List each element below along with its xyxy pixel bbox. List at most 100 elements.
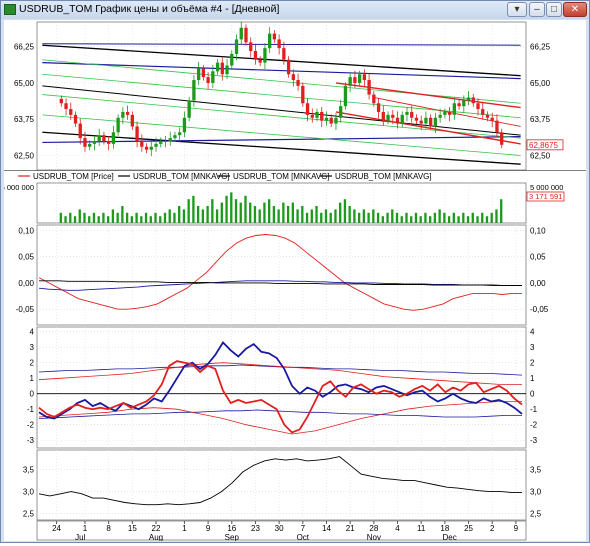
price-y-tick-right: 62,50 [530, 151, 551, 160]
candle-body [348, 77, 352, 86]
candle-body [353, 77, 357, 83]
volume-bar [277, 209, 280, 223]
volume-bar [490, 212, 493, 223]
candle-body [410, 111, 414, 118]
candle-body [163, 140, 168, 142]
candle-body [443, 111, 447, 115]
volume-bar [296, 209, 299, 223]
candle-body [429, 117, 433, 127]
month-label: Jul [75, 533, 85, 541]
candle-body [334, 117, 338, 124]
close-button[interactable]: ✕ [563, 2, 587, 17]
volume-bar [69, 212, 72, 223]
candle-body [272, 33, 277, 40]
osc-pane-frame [36, 224, 527, 326]
z-y-tick-left: 3 [30, 343, 35, 352]
volume-bar [154, 212, 157, 223]
candle-body [305, 103, 310, 115]
candle-body [73, 114, 78, 124]
volume-bar [263, 202, 266, 223]
z-y-tick-left: -1 [27, 405, 35, 414]
x-tick-label: 23 [251, 524, 260, 533]
volume-bar [353, 209, 356, 223]
volume-bar [429, 216, 432, 223]
osc-y-tick-right: 0,05 [530, 253, 546, 262]
volume-bar [107, 216, 110, 223]
volume-bar [410, 216, 413, 223]
candle-body [466, 97, 471, 101]
candle-body [438, 114, 442, 118]
candle-body [372, 94, 376, 104]
candle-body [173, 135, 177, 139]
volume-bar [462, 212, 465, 223]
volume-bar [125, 212, 129, 223]
candle-body [92, 140, 97, 144]
volume-bar [320, 212, 323, 223]
candle-body [59, 98, 63, 104]
x-tick-label: 22 [152, 524, 161, 533]
legend-entry: USDRUB_TOM [MNKAVG] [133, 172, 230, 181]
volume-bar [97, 216, 100, 223]
osc-y-tick-left: 0,10 [18, 226, 34, 235]
z-y-tick-left: 1 [30, 374, 35, 383]
volume-bar [291, 202, 295, 223]
volume-bar [140, 216, 143, 223]
z-y-tick-right: -1 [530, 405, 538, 414]
r-pane-frame [36, 449, 527, 521]
volume-bar [481, 212, 484, 223]
volume-bar [485, 216, 489, 223]
volume-bar [73, 216, 77, 223]
candle-body [301, 85, 305, 104]
volume-bar [225, 195, 228, 223]
candle-body [376, 103, 381, 112]
x-tick-label: 30 [275, 524, 284, 533]
volume-bar [452, 212, 456, 223]
candle-body [329, 117, 333, 124]
x-tick-label: 15 [128, 524, 137, 533]
volume-bar [230, 192, 233, 223]
price-y-tick-left: 65,00 [14, 79, 35, 88]
volume-bar [111, 209, 115, 223]
legend-entry: USDRUB_TOM [MNKAVG] [233, 172, 330, 181]
x-tick-label: 7 [301, 524, 306, 533]
volume-bar [78, 209, 81, 223]
chart-canvas[interactable]: 24 1 8 15 22 1 9 16 23 30 7 14 21 28 4 11 18 25 2 9Jul Aug Se… [1, 20, 586, 542]
candle-body [263, 48, 267, 63]
window-title: USDRUB_TOM График цены и объёма #4 - [Дн… [19, 3, 280, 15]
ratio-y-tick-right: 2,5 [530, 509, 542, 518]
maximize-button[interactable]: □ [546, 2, 562, 17]
candle-body [182, 117, 187, 133]
window-menu-button[interactable]: ▾ [507, 2, 527, 17]
ratio-y-tick-right: 3,5 [530, 466, 542, 475]
candle-body [462, 100, 466, 107]
x-tick-label: 28 [369, 524, 378, 533]
volume-bar [59, 212, 62, 223]
volume-bar [443, 212, 446, 223]
candle-body [367, 80, 371, 95]
candle-body [490, 117, 494, 121]
volume-bar [159, 216, 162, 223]
candle-body [97, 135, 101, 141]
ratio-y-tick-right: 3,0 [530, 488, 542, 497]
volume-bar [88, 216, 91, 223]
candle-body [362, 74, 367, 81]
candle-body [268, 33, 272, 49]
volume-bar [215, 209, 219, 223]
volume-bar [163, 212, 167, 223]
volume-bar [419, 216, 422, 223]
candle-body [144, 146, 149, 150]
legend-entry: USDRUB_TOM [Price] [33, 172, 114, 181]
chart-area[interactable]: 24 1 8 15 22 1 9 16 23 30 7 14 21 28 4 11 18 25 2 9 Jul Aug Se… [1, 20, 586, 542]
x-tick-label: 24 [52, 524, 61, 533]
candle-body [381, 111, 385, 121]
volume-bar [173, 212, 176, 223]
x-tick-label: 11 [417, 524, 426, 533]
volume-bar [405, 212, 408, 223]
minimize-button[interactable]: – [529, 2, 545, 17]
volume-bar [433, 212, 437, 223]
candle-body [130, 114, 134, 127]
z-y-tick-left: 0 [30, 390, 35, 399]
chart-window: USDRUB_TOM График цены и объёма #4 - [Дн… [0, 0, 590, 543]
candle-body [249, 42, 253, 52]
title-bar[interactable]: USDRUB_TOM График цены и объёма #4 - [Дн… [1, 1, 589, 19]
